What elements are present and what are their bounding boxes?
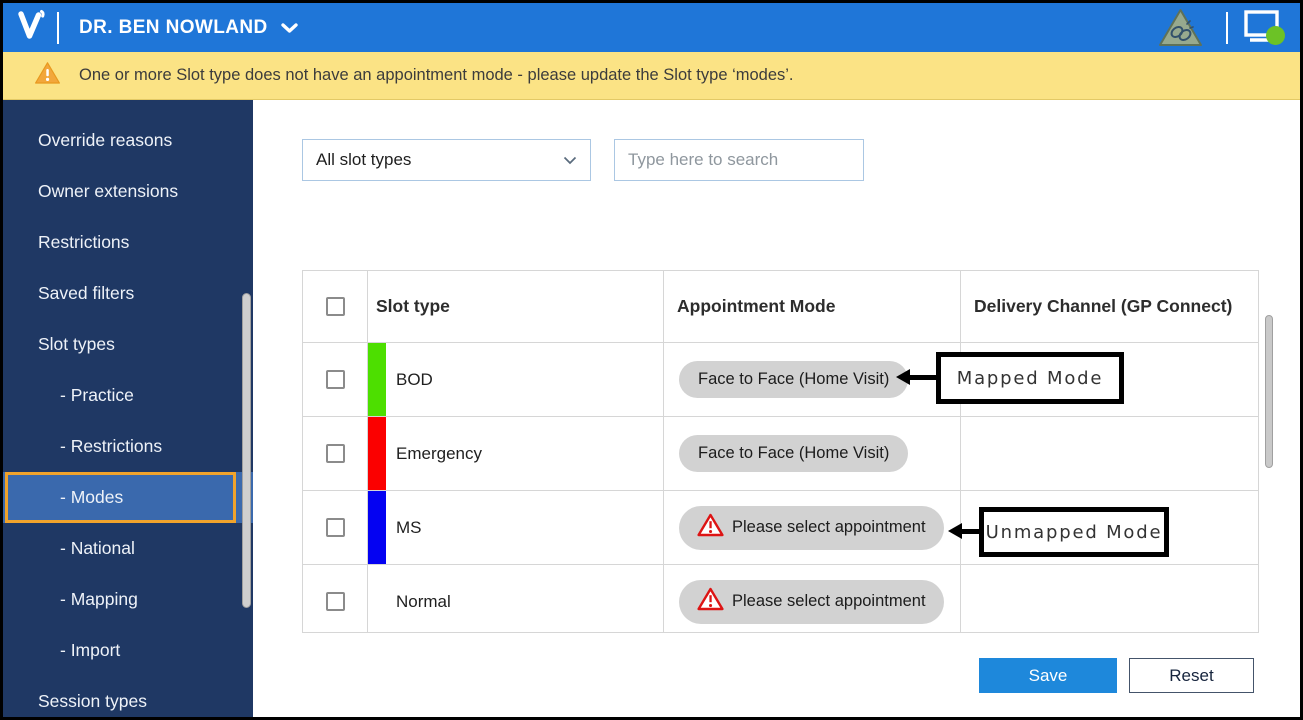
warning-banner: One or more Slot type does not have an a… xyxy=(3,52,1300,100)
chevron-down-icon xyxy=(563,150,577,170)
appointment-mode-label: Please select appointment xyxy=(732,518,926,536)
mapped-mode-callout: Mapped Mode xyxy=(936,352,1124,404)
slot-color-strip xyxy=(368,491,386,564)
appointment-mode-label: Please select appointment xyxy=(732,592,926,610)
sidebar-item-owner-extensions[interactable]: Owner extensions xyxy=(3,166,253,217)
unmapped-mode-callout: Unmapped Mode xyxy=(979,507,1169,557)
mapped-mode-arrow xyxy=(910,375,937,380)
sidebar-item-practice[interactable]: - Practice xyxy=(3,370,253,421)
warning-banner-text: One or more Slot type does not have an a… xyxy=(79,66,794,84)
column-header-appointment-mode: Appointment Mode xyxy=(664,271,961,342)
slot-color-strip xyxy=(368,565,386,632)
user-menu[interactable]: DR. BEN NOWLAND xyxy=(79,17,298,39)
unmapped-mode-arrowhead xyxy=(948,523,962,539)
table-row: Emergency Face to Face (Home Visit) xyxy=(303,417,1258,491)
reset-button[interactable]: Reset xyxy=(1129,658,1254,693)
appointment-mode-pill-unmapped[interactable]: Please select appointment xyxy=(679,505,944,550)
slot-color-strip xyxy=(368,343,386,416)
main-panel: All slot types Slot type Appointment Mod… xyxy=(253,100,1300,717)
slot-type-label: BOD xyxy=(396,369,433,389)
sidebar-item-modes[interactable]: - Modes xyxy=(3,472,253,523)
slot-types-table: Slot type Appointment Mode Delivery Chan… xyxy=(302,270,1259,633)
monitor-online-icon[interactable] xyxy=(1228,9,1300,46)
sidebar-item-slot-restrictions[interactable]: - Restrictions xyxy=(3,421,253,472)
appointment-mode-pill-unmapped[interactable]: Please select appointment xyxy=(679,579,944,624)
app-window: DR. BEN NOWLAND One or more Slot type do… xyxy=(0,0,1303,720)
sidebar-item-modes-label: - Modes xyxy=(60,487,124,507)
sidebar-item-restrictions[interactable]: Restrictions xyxy=(3,217,253,268)
row-checkbox[interactable] xyxy=(325,370,345,389)
slot-type-filter-value: All slot types xyxy=(316,150,412,169)
delivery-channel-cell xyxy=(961,565,1258,632)
search-input[interactable] xyxy=(614,139,864,181)
appointment-mode-label: Face to Face (Home Visit) xyxy=(698,444,890,462)
sidebar-item-national[interactable]: - National xyxy=(3,523,253,574)
row-checkbox[interactable] xyxy=(325,518,345,537)
warning-triangle-icon xyxy=(34,61,61,90)
sidebar-item-slot-types[interactable]: Slot types xyxy=(3,319,253,370)
delivery-channel-cell xyxy=(961,417,1258,490)
top-bar: DR. BEN NOWLAND xyxy=(3,3,1300,52)
sidebar-item-mapping[interactable]: - Mapping xyxy=(3,574,253,625)
sidebar-item-saved-filters[interactable]: Saved filters xyxy=(3,268,253,319)
table-scrollbar-thumb[interactable] xyxy=(1265,315,1273,468)
save-button[interactable]: Save xyxy=(979,658,1117,693)
red-warning-triangle-icon xyxy=(697,513,724,542)
row-checkbox[interactable] xyxy=(325,444,345,463)
app-logo xyxy=(3,7,57,48)
hazard-triangle-icon[interactable] xyxy=(1157,7,1204,48)
slot-type-filter-dropdown[interactable]: All slot types xyxy=(302,139,591,181)
mapped-mode-arrowhead xyxy=(896,369,910,385)
vision-v-logo-icon xyxy=(12,7,48,48)
sidebar-item-import[interactable]: - Import xyxy=(3,625,253,676)
topbar-divider xyxy=(57,11,59,44)
appointment-mode-label: Face to Face (Home Visit) xyxy=(698,370,890,388)
select-all-checkbox[interactable] xyxy=(325,297,345,316)
unmapped-mode-arrow xyxy=(962,529,980,534)
table-header-row: Slot type Appointment Mode Delivery Chan… xyxy=(303,271,1258,343)
red-warning-triangle-icon xyxy=(697,587,724,616)
sidebar-scrollbar-thumb[interactable] xyxy=(242,293,251,608)
slot-type-label: Emergency xyxy=(396,443,482,463)
sidebar-item-override-reasons[interactable]: Override reasons xyxy=(3,115,253,166)
column-header-delivery-channel: Delivery Channel (GP Connect) xyxy=(974,296,1233,316)
sidebar-nav: Override reasons Owner extensions Restri… xyxy=(3,100,253,717)
appointment-mode-pill[interactable]: Face to Face (Home Visit) xyxy=(679,435,909,472)
appointment-mode-pill[interactable]: Face to Face (Home Visit) xyxy=(679,361,909,398)
table-row: Normal Please select appointment xyxy=(303,565,1258,632)
slot-type-label: MS xyxy=(396,517,422,537)
user-name-label: DR. BEN NOWLAND xyxy=(79,16,268,38)
slot-color-strip xyxy=(368,417,386,490)
chevron-down-icon xyxy=(280,17,298,39)
row-checkbox[interactable] xyxy=(325,592,345,611)
sidebar-item-session-types[interactable]: Session types xyxy=(3,676,253,717)
slot-type-label: Normal xyxy=(396,591,451,611)
column-header-slot-type: Slot type xyxy=(368,271,664,342)
